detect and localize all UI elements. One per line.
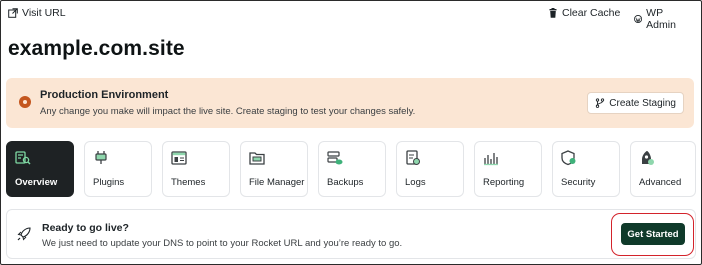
rocket-icon xyxy=(17,227,31,241)
wp-admin-link[interactable]: WP Admin xyxy=(634,7,686,31)
tile-label: Overview xyxy=(15,177,58,188)
page-title: example.com.site xyxy=(8,37,185,60)
clear-cache-button[interactable]: Clear Cache xyxy=(548,7,620,19)
tile-backups[interactable]: Backups xyxy=(318,141,386,197)
tile-label: Backups xyxy=(327,177,364,188)
tile-advanced[interactable]: Advanced xyxy=(630,141,696,197)
production-status-icon xyxy=(19,96,31,108)
tile-logs[interactable]: Logs xyxy=(396,141,464,197)
backup-icon xyxy=(327,151,343,165)
trash-icon xyxy=(549,8,557,18)
wordpress-icon xyxy=(634,15,643,23)
tile-label: Security xyxy=(561,177,596,188)
tile-file-manager[interactable]: File Manager xyxy=(240,141,308,197)
create-staging-label: Create Staging xyxy=(609,97,676,109)
shield-icon xyxy=(561,150,576,166)
top-bar: Visit URL Clear Cache WP Admin xyxy=(8,7,686,31)
plugin-icon xyxy=(95,151,107,164)
clear-cache-label: Clear Cache xyxy=(562,7,621,19)
create-staging-button[interactable]: Create Staging xyxy=(587,92,684,114)
tile-plugins[interactable]: Plugins xyxy=(84,141,152,197)
tile-label: File Manager xyxy=(249,177,305,188)
tile-themes[interactable]: Themes xyxy=(162,141,230,197)
production-banner: Production Environment Any change you ma… xyxy=(6,78,694,128)
go-live-card: Ready to go live? We just need to update… xyxy=(6,209,696,259)
branch-icon xyxy=(596,98,605,108)
banner-text: Any change you make will impact the live… xyxy=(40,106,416,117)
go-live-title: Ready to go live? xyxy=(42,222,129,234)
visit-url-label: Visit URL xyxy=(22,7,66,19)
get-started-button[interactable]: Get Started xyxy=(621,223,685,245)
tile-label: Plugins xyxy=(93,177,125,188)
advanced-icon xyxy=(642,151,654,165)
tile-label: Advanced xyxy=(639,177,682,188)
tile-label: Themes xyxy=(171,177,206,188)
feature-tiles: Overview Plugins Themes File Manager Bac… xyxy=(6,141,696,197)
themes-icon xyxy=(171,151,187,165)
tile-label: Logs xyxy=(405,177,426,188)
tile-overview[interactable]: Overview xyxy=(6,141,74,197)
wp-admin-label: WP Admin xyxy=(646,7,676,31)
banner-title: Production Environment xyxy=(40,89,169,101)
folder-icon xyxy=(249,152,265,165)
tile-security[interactable]: Security xyxy=(552,141,620,197)
tile-reporting[interactable]: Reporting xyxy=(474,141,542,197)
reporting-icon xyxy=(484,153,498,166)
visit-url-link[interactable]: Visit URL xyxy=(8,7,66,19)
tile-label: Reporting xyxy=(483,177,525,188)
external-link-icon xyxy=(8,8,18,18)
overview-icon xyxy=(15,151,31,165)
go-live-text: We just need to update your DNS to point… xyxy=(42,238,403,249)
logs-icon xyxy=(406,150,420,165)
